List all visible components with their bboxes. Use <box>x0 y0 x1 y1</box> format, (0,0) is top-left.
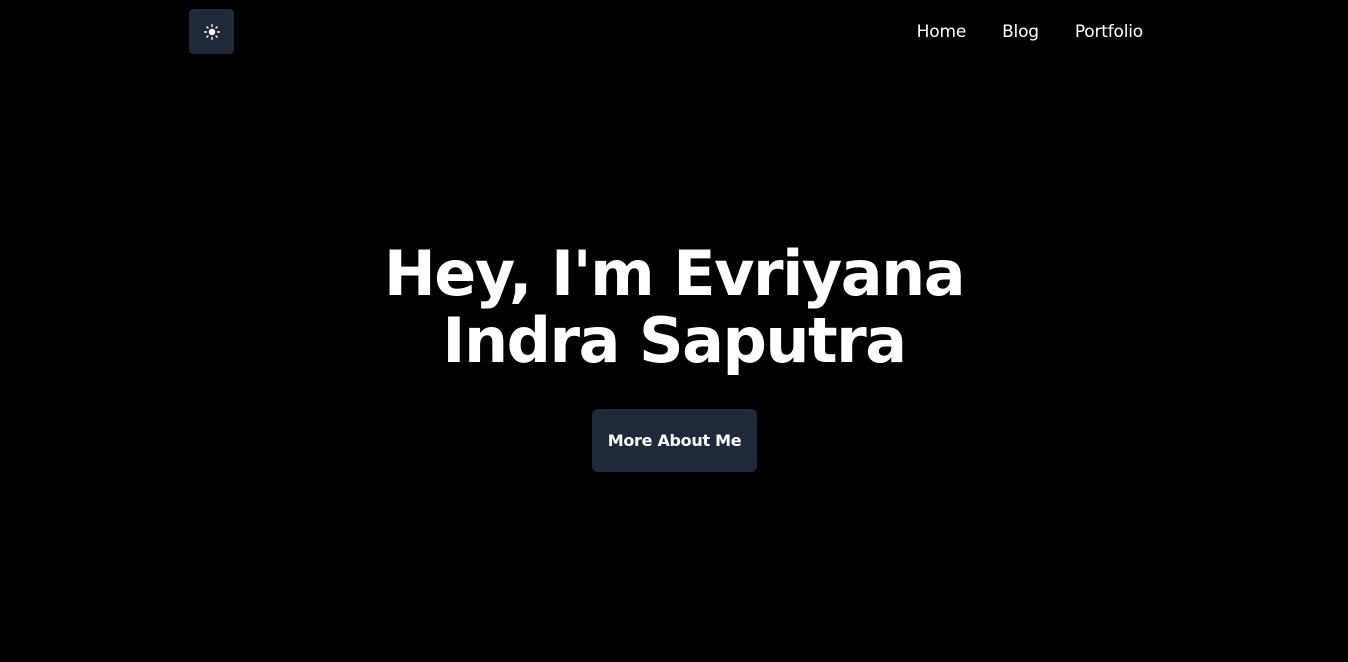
theme-toggle-button[interactable] <box>189 9 234 54</box>
more-about-me-button[interactable]: More About Me <box>592 409 757 472</box>
page: Home Blog Portfolio Hey, I'm Evriyana In… <box>0 0 1348 662</box>
nav-link-blog[interactable]: Blog <box>1002 22 1039 42</box>
nav-link-portfolio[interactable]: Portfolio <box>1075 22 1143 42</box>
hero-section: Hey, I'm Evriyana Indra Saputra <box>0 240 1348 374</box>
navbar: Home Blog Portfolio <box>189 9 1149 54</box>
nav-link-home[interactable]: Home <box>917 22 967 42</box>
nav-links: Home Blog Portfolio <box>917 9 1144 54</box>
sun-icon <box>203 23 220 40</box>
hero-title: Hey, I'm Evriyana Indra Saputra <box>383 237 966 377</box>
